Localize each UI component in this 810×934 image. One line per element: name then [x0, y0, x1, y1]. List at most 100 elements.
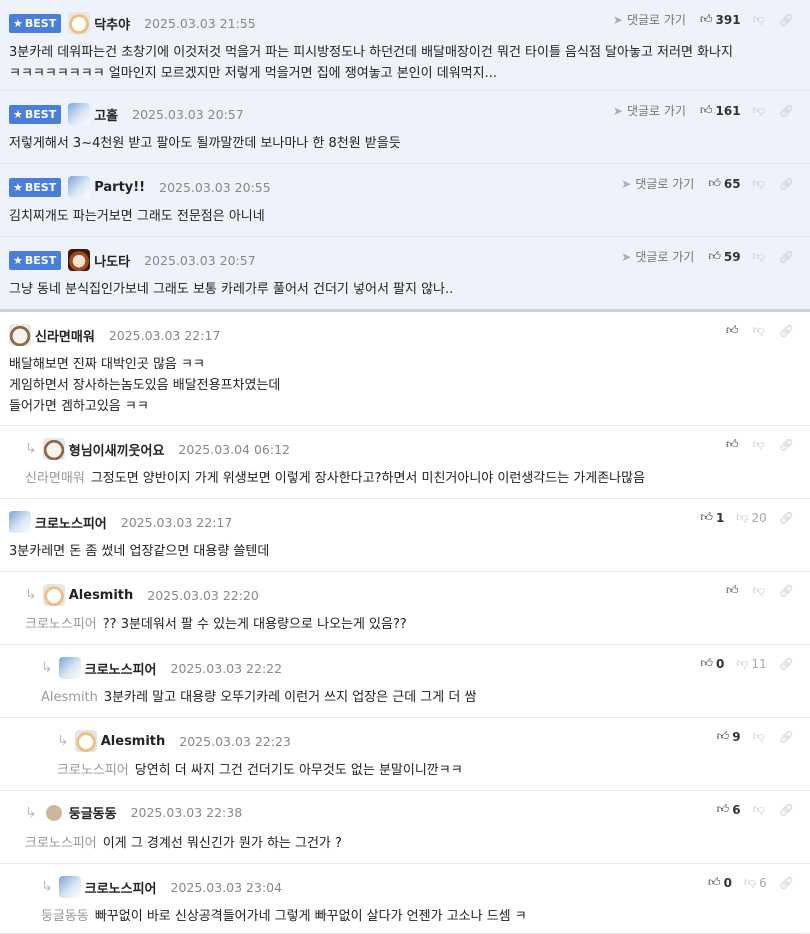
best-badge: ★ BEST [9, 177, 62, 197]
thumbs-down-icon[interactable]: 👎︎ [753, 249, 765, 264]
comment-text: 게임하면서 장사하는놈도있음 배달전용프차였는데 [9, 378, 281, 393]
avatar[interactable] [68, 249, 91, 271]
comment-header: ★ BEST 닥추야 2025.03.03 21:55 [9, 12, 256, 34]
comment-line: 저렇게해서 3~4천원 받고 팔아도 될까말깐데 보나마나 한 8천원 받을듯 [9, 133, 795, 154]
link-icon[interactable]: 🔗︎ [779, 584, 794, 598]
nickname[interactable]: 크로노스피어 [85, 659, 157, 678]
nickname[interactable]: Alesmith [101, 734, 166, 749]
thumbs-up-icon[interactable]: 👍︎ [726, 437, 739, 452]
comment-text: 당연히 더 싸지 그건 건더기도 아무것도 없는 분말이니깐ㅋㅋ [134, 763, 463, 778]
nickname[interactable]: 크로노스피어 [35, 513, 107, 532]
comment-actions: ➤ 댓글로 가기 👍︎ 65 👎︎ 🔗︎ [621, 175, 794, 192]
thumbs-up-icon[interactable]: 👍︎ [726, 323, 739, 338]
avatar[interactable] [58, 876, 81, 898]
comment-body: 그냥 동네 분식집인가보네 그래도 보통 카레가루 풀어서 건더기 넣어서 팔지… [9, 279, 795, 300]
best-label: BEST [24, 180, 57, 194]
comment: ↳ 크로노스피어 2025.03.03 22:22 👍︎ 0 👎︎ 11 🔗︎ Alesmith… [0, 645, 810, 718]
comment-body: 크로노스피어 당연히 더 싸지 그건 건더기도 아무것도 없는 분말이니깐ㅋㅋ [57, 760, 795, 781]
comment-text: 저렇게해서 3~4천원 받고 팔아도 될까말깐데 보나마나 한 8천원 받을듯 [9, 136, 401, 151]
nickname[interactable]: 크로노스피어 [85, 878, 157, 897]
thumbs-up-icon[interactable]: 👍︎ [717, 729, 730, 744]
comment-text: 3분카레 데워파는건 초창기에 이것저것 먹을거 파는 피시방정도나 하던건데 … [9, 45, 733, 60]
link-icon[interactable]: 🔗︎ [779, 104, 794, 118]
link-icon[interactable]: 🔗︎ [779, 876, 794, 890]
best-label: BEST [24, 107, 57, 121]
nickname[interactable]: Party!! [94, 180, 145, 195]
thumbs-down-icon[interactable]: 👎︎ [753, 802, 765, 817]
upvote-count: 59 [723, 249, 741, 264]
avatar[interactable] [68, 103, 91, 125]
thumbs-up-icon[interactable]: 👍︎ [708, 249, 721, 264]
nickname[interactable]: 신라면매워 [35, 326, 95, 345]
nickname[interactable]: Alesmith [69, 588, 134, 603]
goto-reply-link[interactable]: ➤ 댓글로 가기 [621, 248, 694, 265]
thumbs-down-icon[interactable]: 👎︎ [753, 176, 765, 191]
reply-target[interactable]: 크로노스피어 [25, 617, 97, 632]
nickname[interactable]: 닥추야 [94, 14, 130, 33]
link-icon[interactable]: 🔗︎ [779, 730, 794, 744]
link-icon[interactable]: 🔗︎ [779, 657, 794, 671]
link-icon[interactable]: 🔗︎ [779, 803, 794, 817]
nickname[interactable]: 나도타 [94, 251, 130, 270]
thumbs-down-icon[interactable]: 👎︎ [753, 12, 765, 27]
comment-line: 크로노스피어 당연히 더 싸지 그건 건더기도 아무것도 없는 분말이니깐ㅋㅋ [57, 760, 795, 781]
avatar[interactable] [68, 12, 91, 34]
link-icon[interactable]: 🔗︎ [779, 177, 794, 191]
comment-header: ↳ 크로노스피어 2025.03.03 23:04 [41, 876, 282, 898]
goto-reply-link[interactable]: ➤ 댓글로 가기 [613, 102, 686, 119]
comment-header: ★ BEST Party!! 2025.03.03 20:55 [9, 176, 271, 198]
link-icon[interactable]: 🔗︎ [779, 250, 794, 264]
thumbs-up-icon[interactable]: 👍︎ [700, 510, 713, 525]
reply-target[interactable]: Alesmith [41, 690, 98, 705]
comment-header: ↳ 둥글동동 2025.03.03 22:38 [25, 803, 242, 822]
thumbs-up-icon[interactable]: 👍︎ [726, 583, 739, 598]
comment-actions: 👍︎ 9 👎︎ 🔗︎ [717, 729, 794, 744]
reply-target[interactable]: 신라면매워 [25, 471, 85, 486]
star-icon: ★ [13, 16, 23, 30]
thumbs-down-icon[interactable]: 👎︎ [736, 510, 748, 525]
thumbs-up-icon[interactable]: 👍︎ [717, 802, 730, 817]
thumbs-down-icon[interactable]: 👎︎ [753, 323, 765, 338]
comment-header: ↳ 형님이새끼웃어요 2025.03.04 06:12 [25, 438, 290, 460]
reply-target[interactable]: 크로노스피어 [25, 836, 97, 851]
reply-target[interactable]: 둥글동동 [41, 909, 89, 924]
best-badge: ★ BEST [9, 13, 62, 33]
comment-header: ↳ Alesmith 2025.03.03 22:20 [25, 584, 259, 606]
goto-reply-link[interactable]: ➤ 댓글로 가기 [621, 175, 694, 192]
nickname[interactable]: 형님이새끼웃어요 [69, 440, 165, 459]
plane-icon: ➤ [621, 177, 632, 191]
avatar[interactable] [42, 584, 65, 606]
nickname[interactable]: 고홀 [94, 105, 118, 124]
thumbs-down-icon[interactable]: 👎︎ [753, 583, 765, 598]
goto-reply-link[interactable]: ➤ 댓글로 가기 [613, 11, 686, 28]
thumbs-down-icon[interactable]: 👎︎ [753, 729, 765, 744]
comment: ★ BEST Party!! 2025.03.03 20:55 ➤ 댓글로 가기 👍︎ 65 👎… [0, 164, 810, 237]
avatar[interactable] [74, 730, 97, 752]
reply-target[interactable]: 크로노스피어 [57, 763, 129, 778]
avatar[interactable] [42, 438, 65, 460]
link-icon[interactable]: 🔗︎ [779, 438, 794, 452]
thumbs-down-icon[interactable]: 👎︎ [753, 437, 765, 452]
link-icon[interactable]: 🔗︎ [779, 324, 794, 338]
avatar[interactable] [58, 657, 81, 679]
thumbs-down-icon[interactable]: 👎︎ [736, 656, 748, 671]
thumbs-up-icon[interactable]: 👍︎ [708, 176, 721, 191]
avatar[interactable] [9, 511, 31, 533]
comment-text: 김치찌개도 파는거보면 그래도 전문점은 아니네 [9, 209, 265, 224]
thumbs-down-icon[interactable]: 👎︎ [753, 103, 765, 118]
avatar[interactable] [9, 324, 31, 346]
avatar[interactable] [45, 804, 62, 821]
comment: ↳ Alesmith 2025.03.03 22:20 👍︎ 👎︎ 🔗︎ 크로노스피어 ?? … [0, 572, 810, 645]
goto-label: 댓글로 가기 [635, 250, 695, 264]
avatar[interactable] [68, 176, 91, 198]
thumbs-up-icon[interactable]: 👍︎ [708, 875, 721, 890]
thumbs-down-icon[interactable]: 👎︎ [744, 875, 756, 890]
thumbs-up-icon[interactable]: 👍︎ [700, 103, 713, 118]
comment-text: 그정도면 양반이지 가게 위생보면 이렇게 장사한다고?하면서 미친거아니야 이… [90, 471, 646, 486]
link-icon[interactable]: 🔗︎ [779, 511, 794, 525]
thumbs-up-icon[interactable]: 👍︎ [700, 12, 713, 27]
thumbs-up-icon[interactable]: 👍︎ [700, 656, 713, 671]
link-icon[interactable]: 🔗︎ [779, 13, 794, 27]
comment-actions: 👍︎ 👎︎ 🔗︎ [726, 583, 794, 598]
nickname[interactable]: 둥글동동 [69, 803, 117, 822]
